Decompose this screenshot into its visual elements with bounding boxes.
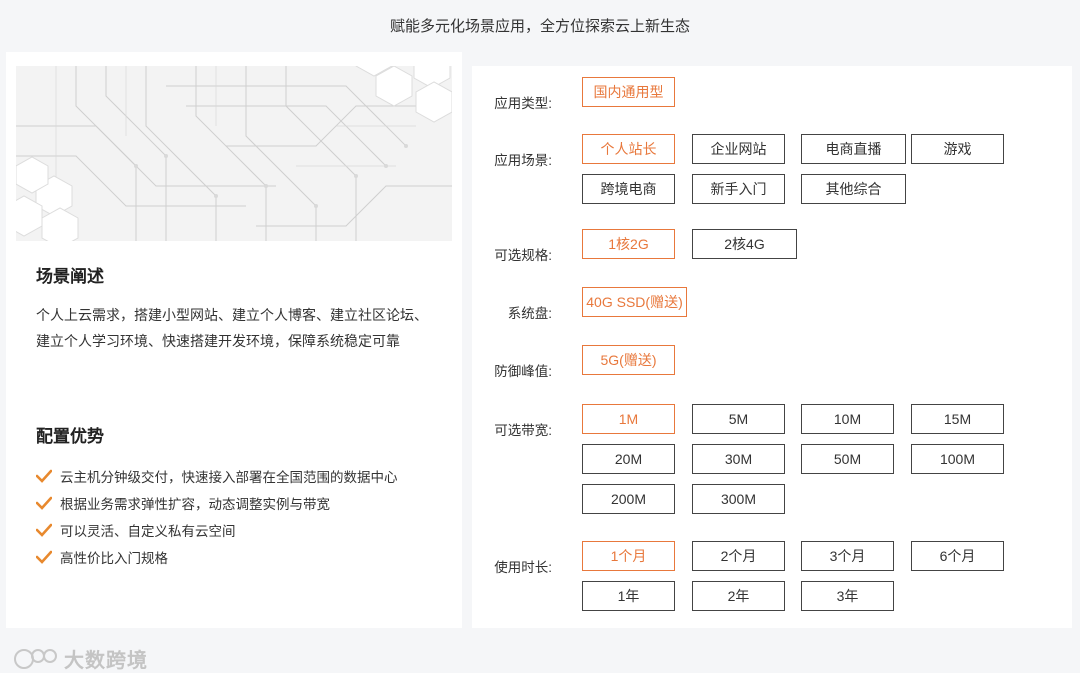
option-bandwidth-50m[interactable]: 50M — [801, 444, 894, 474]
option-disk-40g-ssd[interactable]: 40G SSD(赠送) — [582, 287, 687, 317]
scene-info-panel: 场景阐述 个人上云需求，搭建小型网站、建立个人博客、建立社区论坛、建立个人学习环… — [6, 52, 462, 672]
page-header: 赋能多元化场景应用，全方位探索云上新生态 — [0, 0, 1080, 50]
hero-image — [16, 66, 452, 241]
advantage-list: 云主机分钟级交付，快速接入部署在全国范围的数据中心 根据业务需求弹性扩容，动态调… — [36, 462, 456, 570]
advantage-item: 根据业务需求弹性扩容，动态调整实例与带宽 — [36, 489, 456, 516]
option-bandwidth-300m[interactable]: 300M — [692, 484, 785, 514]
option-scene-ecommerce-live[interactable]: 电商直播 — [801, 134, 906, 164]
option-scene-other[interactable]: 其他综合 — [801, 174, 906, 204]
config-panel: 应用类型: 国内通用型 应用场景: 个人站长 企业网站 电商直播 游戏 跨境电商… — [472, 66, 1072, 628]
scene-description: 个人上云需求，搭建小型网站、建立个人博客、建立社区论坛、建立个人学习环境、快速搭… — [36, 307, 428, 349]
option-scene-cross-border[interactable]: 跨境电商 — [582, 174, 675, 204]
option-ddos-5g[interactable]: 5G(赠送) — [582, 345, 675, 375]
check-icon — [36, 495, 54, 511]
option-duration-1-month[interactable]: 1个月 — [582, 541, 675, 571]
option-scene-enterprise[interactable]: 企业网站 — [692, 134, 785, 164]
option-scene-personal[interactable]: 个人站长 — [582, 134, 675, 164]
advantage-item: 高性价比入门规格 — [36, 543, 456, 570]
advantage-item: 云主机分钟级交付，快速接入部署在全国范围的数据中心 — [36, 462, 456, 489]
option-bandwidth-5m[interactable]: 5M — [692, 404, 785, 434]
option-spec-2c4g[interactable]: 2核4G — [692, 229, 797, 259]
option-bandwidth-200m[interactable]: 200M — [582, 484, 675, 514]
option-bandwidth-1m[interactable]: 1M — [582, 404, 675, 434]
app-type-label: 应用类型: — [494, 96, 552, 111]
scene-title: 场景阐述 — [36, 267, 104, 286]
check-icon — [36, 522, 54, 538]
scene-label: 应用场景: — [494, 153, 552, 168]
header-title: 赋能多元化场景应用，全方位探索云上新生态 — [389, 17, 690, 35]
check-icon — [36, 549, 54, 565]
option-bandwidth-20m[interactable]: 20M — [582, 444, 675, 474]
disk-label: 系统盘: — [507, 306, 552, 321]
option-scene-beginner[interactable]: 新手入门 — [692, 174, 785, 204]
option-duration-1-year[interactable]: 1年 — [582, 581, 675, 611]
option-bandwidth-10m[interactable]: 10M — [801, 404, 894, 434]
option-bandwidth-30m[interactable]: 30M — [692, 444, 785, 474]
option-bandwidth-100m[interactable]: 100M — [911, 444, 1004, 474]
spec-label: 可选规格: — [494, 248, 552, 263]
option-duration-3-years[interactable]: 3年 — [801, 581, 894, 611]
duration-label: 使用时长: — [494, 560, 552, 575]
ddos-label: 防御峰值: — [494, 364, 552, 379]
watermark-logo-icon — [14, 648, 57, 669]
option-scene-game[interactable]: 游戏 — [911, 134, 1004, 164]
option-duration-6-months[interactable]: 6个月 — [911, 541, 1004, 571]
watermark-text: 大数跨境 — [64, 650, 148, 672]
check-icon — [36, 468, 54, 484]
option-duration-2-years[interactable]: 2年 — [692, 581, 785, 611]
option-bandwidth-15m[interactable]: 15M — [911, 404, 1004, 434]
bandwidth-label: 可选带宽: — [494, 423, 552, 438]
option-duration-2-months[interactable]: 2个月 — [692, 541, 785, 571]
advantage-title: 配置优势 — [36, 427, 104, 446]
option-duration-3-months[interactable]: 3个月 — [801, 541, 894, 571]
option-spec-1c2g[interactable]: 1核2G — [582, 229, 675, 259]
advantage-item: 可以灵活、自定义私有云空间 — [36, 516, 456, 543]
option-app-type-domestic[interactable]: 国内通用型 — [582, 77, 675, 107]
watermark: 大数跨境 — [12, 644, 148, 673]
